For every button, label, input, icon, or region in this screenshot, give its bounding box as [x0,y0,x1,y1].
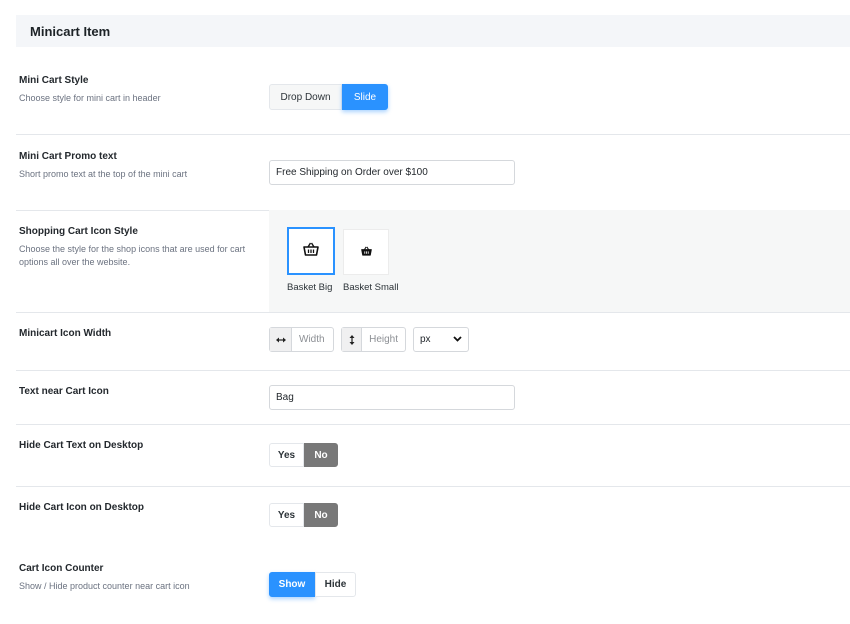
promo-text-desc: Short promo text at the top of the mini … [19,169,188,179]
icon-counter-title: Cart Icon Counter [19,563,104,574]
row-mini-cart-style: Mini Cart Style Choose style for mini ca… [16,47,850,135]
row-hide-cart-icon: Hide Cart Icon on Desktop [16,487,850,547]
horizontal-arrows-icon [270,328,292,351]
hide-cart-icon-title: Hide Cart Icon on Desktop [19,502,145,513]
hide-cart-icon-yes[interactable]: Yes [269,503,304,527]
icon-width-title: Minicart Icon Width [19,328,112,339]
basket-big-icon [303,242,319,261]
mini-cart-style-toggle: Drop Down Slide [269,84,388,110]
section-header: Minicart Item [16,15,850,47]
hide-cart-text-toggle: Yes No [269,443,338,467]
hide-cart-icon-no[interactable]: No [304,503,338,527]
hide-cart-text-no[interactable]: No [304,443,338,467]
icon-style-picker: Basket Big Basket Small [269,210,850,312]
text-near-icon-input[interactable] [269,385,515,410]
basket-small-option[interactable] [343,229,389,275]
promo-text-title: Mini Cart Promo text [19,151,117,162]
icon-counter-show[interactable]: Show [269,572,315,597]
width-field[interactable]: Width [269,327,334,352]
row-hide-cart-text: Hide Cart Text on Desktop [16,425,850,487]
icon-style-desc: Choose the style for the shop icons that… [19,244,246,267]
promo-text-input[interactable] [269,160,515,185]
basket-big-option[interactable] [287,227,335,275]
hide-cart-text-yes[interactable]: Yes [269,443,304,467]
icon-counter-desc: Show / Hide product counter near cart ic… [19,581,190,591]
hide-cart-text-title: Hide Cart Text on Desktop [19,440,144,451]
icon-counter-toggle: Show Hide [269,572,356,597]
section-title: Minicart Item [30,24,111,39]
text-near-icon-title: Text near Cart Icon [19,386,109,397]
vertical-arrows-icon [342,328,363,351]
width-input[interactable]: Width [292,328,332,351]
basket-small-label: Basket Small [343,282,399,293]
mini-cart-style-desc: Choose style for mini cart in header [19,93,161,103]
chevron-down-icon [453,334,462,345]
drop-down-option[interactable]: Drop Down [269,84,342,110]
icon-style-title: Shopping Cart Icon Style [19,226,138,237]
slide-option[interactable]: Slide [342,84,388,110]
unit-select[interactable]: px [413,327,469,352]
icon-counter-hide[interactable]: Hide [315,572,356,597]
height-field[interactable]: Height [341,327,406,352]
row-icon-counter: Cart Icon Counter Show / Hide product co… [16,547,850,617]
height-input[interactable]: Height [362,328,405,351]
basket-big-label: Basket Big [287,282,333,293]
unit-select-value: px [420,334,431,345]
basket-small-icon [360,243,372,261]
mini-cart-style-title: Mini Cart Style [19,75,89,86]
hide-cart-icon-toggle: Yes No [269,503,338,527]
